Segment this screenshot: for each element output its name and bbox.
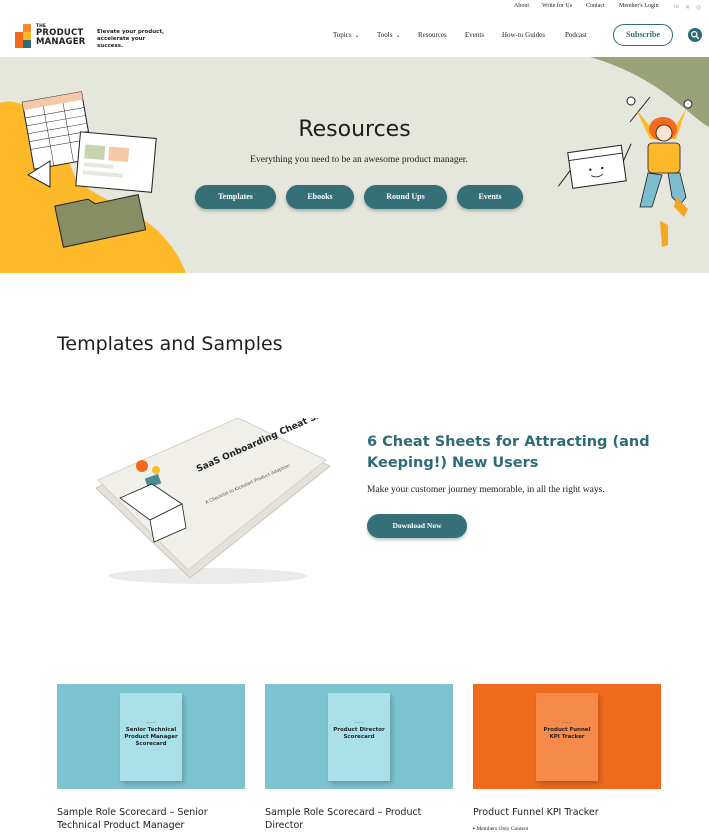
write-for-us-link[interactable]: Write for Us — [542, 3, 572, 9]
resource-card-senior-tpm[interactable]: ——— Senior Technical Product Manager Sco… — [57, 684, 245, 789]
logo-block-top — [23, 24, 31, 32]
members-only-badge: ▪ Members Only Content — [473, 826, 529, 832]
download-now-button[interactable]: Download Now — [367, 514, 467, 538]
ebooks-button[interactable]: Ebooks — [286, 185, 354, 209]
hero-banner: Resources Everything you need to be an a… — [0, 57, 709, 273]
book-header-mark: ——— — [561, 720, 573, 724]
nav-events[interactable]: Events — [465, 31, 484, 39]
hero-subtitle: Everything you need to be an awesome pro… — [250, 155, 468, 165]
contact-link[interactable]: Contact — [586, 3, 605, 9]
round-ups-button[interactable]: Round Ups — [364, 185, 447, 209]
logo-block-orange — [15, 32, 23, 40]
scorecard-cover: ——— Senior Technical Product Manager Sco… — [120, 693, 182, 781]
card-title-kpi-tracker[interactable]: Product Funnel KPI Tracker — [473, 806, 663, 819]
linkedin-icon[interactable]: in — [674, 4, 679, 10]
logo-block-teal — [23, 40, 31, 48]
hero-title: Resources — [298, 117, 411, 142]
logo-block-yellow — [23, 32, 31, 40]
nav-resources[interactable]: Resources — [418, 31, 447, 39]
card-title-product-director[interactable]: Sample Role Scorecard – Product Director — [265, 806, 455, 832]
search-icon — [690, 30, 700, 40]
x-icon[interactable]: ✕ — [685, 4, 690, 11]
book-cover-label: Product Director Scorecard — [333, 727, 385, 740]
members-login-link[interactable]: Member's Login — [619, 3, 659, 9]
nav-topics[interactable]: Topics ⌄ — [333, 31, 360, 39]
about-link[interactable]: About — [514, 3, 529, 9]
site-logo[interactable]: THE PRODUCT MANAGER — [15, 23, 95, 49]
chevron-down-icon: ⌄ — [395, 33, 401, 39]
section-title: Templates and Samples — [57, 333, 283, 355]
nav-tools[interactable]: Tools ⌄ — [377, 31, 401, 39]
tracker-cover: ——— Product Funnel KPI Tracker — [536, 693, 598, 781]
card-title-senior-tpm[interactable]: Sample Role Scorecard – Senior Technical… — [57, 806, 247, 832]
book-header-mark: ——— — [145, 720, 157, 724]
logo-block-bottom — [15, 40, 23, 48]
subscribe-button[interactable]: Subscribe — [613, 24, 673, 46]
chevron-down-icon: ⌄ — [354, 33, 360, 39]
feature-description: Make your customer journey memorable, in… — [367, 485, 605, 495]
logo-wordmark: PRODUCT MANAGER — [36, 28, 86, 47]
utility-bar: About Write for Us Contact Member's Logi… — [0, 3, 709, 15]
feature-title[interactable]: 6 Cheat Sheets for Attracting (and Keepi… — [367, 432, 667, 474]
book-header-mark: ——— — [353, 720, 365, 724]
book-cover-label: Senior Technical Product Manager Scoreca… — [124, 727, 178, 747]
book-cover-label: Product Funnel KPI Tracker — [543, 727, 591, 740]
cheat-sheet-book-image[interactable]: SaaS Onboarding Cheat Sheet A Checklist … — [90, 418, 330, 588]
nav-podcast[interactable]: Podcast — [565, 31, 587, 39]
scorecard-cover: ——— Product Director Scorecard — [328, 693, 390, 781]
nav-how-to-guides[interactable]: How-to Guides — [502, 31, 545, 39]
instagram-icon[interactable]: ◎ — [696, 4, 701, 11]
resource-card-product-director[interactable]: ——— Product Director Scorecard — [265, 684, 453, 789]
resource-card-kpi-tracker[interactable]: ——— Product Funnel KPI Tracker — [473, 684, 661, 789]
hero-illustration — [0, 57, 709, 273]
events-button[interactable]: Events — [457, 185, 523, 209]
templates-button[interactable]: Templates — [195, 185, 276, 209]
site-tagline: Elevate your product, accelerate your su… — [97, 29, 165, 49]
search-button[interactable] — [688, 28, 702, 42]
